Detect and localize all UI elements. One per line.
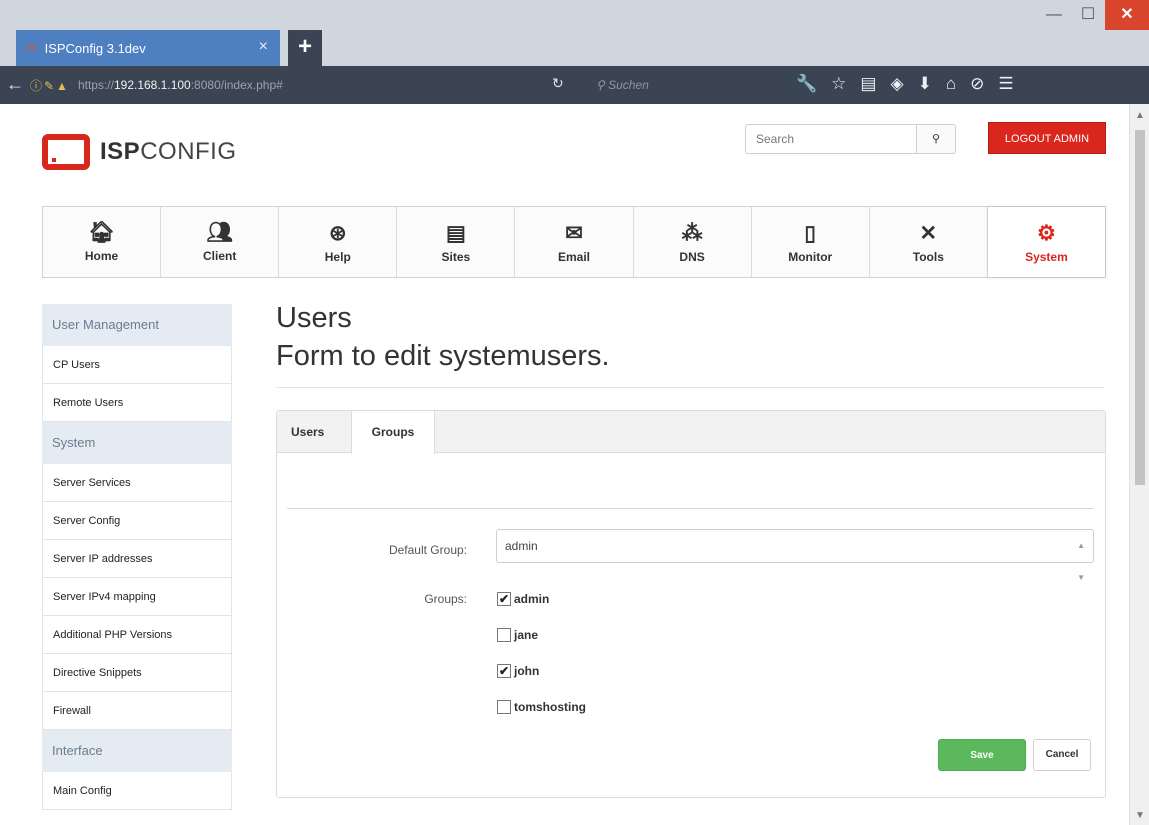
traffic-light-icon: ▯ (804, 221, 816, 245)
reading-list-icon[interactable]: ▤ (860, 74, 876, 94)
default-group-label: Default Group: (388, 543, 467, 557)
module-help[interactable]: ⊛ Help (279, 207, 398, 277)
sidebar-item-firewall[interactable]: Firewall (42, 692, 232, 730)
tab-close-icon[interactable]: × (259, 38, 268, 56)
module-dns[interactable]: ⁂ DNS (634, 207, 752, 277)
page-title: Users (276, 302, 352, 334)
sidebar-item-cp-users[interactable]: CP Users (42, 346, 232, 384)
lifebuoy-icon: ⊛ (328, 221, 347, 245)
group-option-john[interactable]: ✔ john (497, 664, 539, 678)
group-option-jane[interactable]: jane (497, 628, 538, 642)
tab-groups[interactable]: Groups (351, 411, 435, 454)
module-navigation: 🏠︎ Home 👥︎ Client ⊛ Help ▤ Sites ✉ Email ⁂ DNS… (42, 206, 1106, 278)
checkbox-john[interactable]: ✔ (497, 664, 511, 678)
browser-tab[interactable]: ✂ ISPConfig 3.1dev × (16, 30, 280, 66)
ispconfig-logo[interactable]: ISPCONFIG (42, 134, 237, 170)
url-host: 192.168.1.100 (113, 78, 191, 92)
chevron-down-icon: ▲ ▼ (1077, 541, 1085, 582)
sidebar-heading-interface: Interface (42, 730, 232, 772)
group-option-admin[interactable]: ✔ admin (497, 592, 549, 606)
sidebar-item-directive-snippets[interactable]: Directive Snippets (42, 654, 232, 692)
sidebar-heading-user-management: User Management (42, 304, 232, 346)
browser-search-input[interactable]: ⚲ Suchen (588, 72, 778, 98)
browser-window-icon: ▤ (445, 221, 466, 245)
module-sites[interactable]: ▤ Sites (397, 207, 516, 277)
sidebar-item-remote-users[interactable]: Remote Users (42, 384, 232, 422)
page-scrollbar[interactable]: ▲ ▼ (1129, 104, 1149, 825)
wrench-icon[interactable]: 🔧 (796, 74, 817, 94)
pocket-icon[interactable]: ◈ (890, 74, 903, 94)
monitor-logo-icon (42, 134, 90, 170)
network-icon: ⁂ (681, 221, 703, 245)
home-icon[interactable]: ⌂ (946, 74, 956, 94)
module-email[interactable]: ✉ Email (515, 207, 634, 277)
sidebar-item-server-config[interactable]: Server Config (42, 502, 232, 540)
save-button[interactable]: Save (938, 739, 1026, 771)
url-scheme: https:// (77, 78, 114, 92)
maximize-button[interactable]: ☐ (1071, 0, 1105, 30)
sidebar-item-main-config[interactable]: Main Config (42, 772, 232, 810)
back-arrow-icon[interactable]: ← (6, 74, 24, 95)
checkbox-jane[interactable] (497, 628, 511, 642)
form-divider (287, 508, 1093, 509)
envelope-icon: ✉ (565, 221, 583, 245)
minimize-button[interactable]: — (1037, 0, 1071, 30)
star-icon[interactable]: ☆ (831, 74, 846, 94)
sidebar: User Management CP Users Remote Users Sy… (42, 304, 232, 810)
module-system[interactable]: ⚙ System (987, 207, 1105, 277)
title-divider (276, 387, 1104, 388)
checkbox-admin[interactable]: ✔ (497, 592, 511, 606)
sidebar-heading-system: System (42, 422, 232, 464)
module-monitor[interactable]: ▯ Monitor (752, 207, 870, 277)
checkbox-tomshosting[interactable] (497, 700, 511, 714)
form-panel: Users Groups Default Group: admin ▲ ▼ Gro… (276, 410, 1106, 798)
scrollbar-thumb[interactable] (1135, 130, 1145, 485)
sidebar-item-server-ip[interactable]: Server IP addresses (42, 540, 232, 578)
tools-icon: ✕ (919, 221, 938, 245)
search-button[interactable]: ⚲ (916, 124, 956, 154)
cancel-button[interactable]: Cancel (1033, 739, 1091, 771)
module-home[interactable]: 🏠︎ Home (43, 207, 162, 277)
url-bar[interactable]: ⓘ✎▲ https:// 192.168.1.100 :8080/index.p… (30, 72, 534, 98)
browser-navbar: ← ⓘ✎▲ https:// 192.168.1.100 :8080/index… (0, 66, 1149, 104)
module-client[interactable]: 👥︎ Client (161, 207, 280, 277)
search-icon: ⚲ (596, 78, 609, 92)
page-subtitle: Form to edit systemusers. (276, 340, 610, 372)
sidebar-item-server-ipv4[interactable]: Server IPv4 mapping (42, 578, 232, 616)
gear-icon: ⚙ (1037, 221, 1056, 245)
page-content: ISPCONFIG ⚲ LOGOUT ADMIN 🏠︎Home 👥︎Client… (0, 104, 1129, 825)
group-option-tomshosting[interactable]: tomshosting (497, 700, 586, 714)
logout-button[interactable]: LOGOUT ADMIN (988, 122, 1106, 154)
default-group-select[interactable]: admin ▲ ▼ (496, 529, 1094, 582)
close-window-button[interactable]: ✕ (1105, 0, 1149, 30)
browser-search-placeholder: Suchen (608, 78, 649, 92)
url-path: :8080/index.php# (190, 78, 283, 92)
form-tabbar: Users Groups (277, 411, 1105, 454)
ispconfig-favicon-icon: ✂ (26, 40, 39, 57)
reload-icon[interactable]: ↻ (552, 75, 564, 92)
new-tab-button[interactable]: + (288, 30, 322, 66)
menu-icon[interactable]: ☰ (998, 74, 1013, 94)
extension-icon[interactable]: ⊘ (970, 74, 984, 94)
scroll-up-icon[interactable]: ▲ (1135, 110, 1145, 121)
browser-toolbar: 🔧 ☆ ▤ ◈ ⬇ ⌂ ⊘ ☰ (796, 74, 1014, 94)
search-icon: ⚲ (931, 133, 941, 145)
users-icon: 👥︎ (206, 221, 233, 244)
home-icon: 🏠︎ (88, 221, 115, 244)
groups-label: Groups: (424, 592, 467, 606)
sidebar-item-php-versions[interactable]: Additional PHP Versions (42, 616, 232, 654)
browser-titlebar: ✂ ISPConfig 3.1dev × + — ☐ ✕ (0, 0, 1149, 66)
module-tools[interactable]: ✕ Tools (870, 207, 988, 277)
tab-title: ISPConfig 3.1dev (44, 40, 146, 56)
site-info-icon[interactable]: ⓘ✎▲ (30, 77, 70, 94)
default-group-value: admin (505, 539, 538, 553)
tab-users[interactable]: Users (291, 411, 324, 453)
search-input[interactable] (745, 124, 917, 154)
scroll-down-icon[interactable]: ▼ (1135, 810, 1145, 821)
download-icon[interactable]: ⬇ (918, 74, 932, 94)
sidebar-item-server-services[interactable]: Server Services (42, 464, 232, 502)
logo-text: ISPCONFIG (100, 138, 237, 165)
